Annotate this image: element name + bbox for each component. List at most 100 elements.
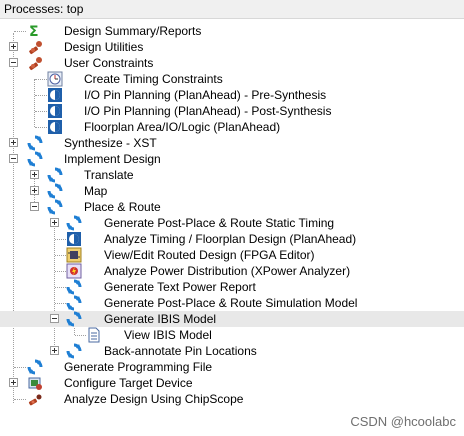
tree-item-label: Design Utilities xyxy=(64,40,144,54)
xpower-icon xyxy=(66,263,82,279)
tree-item-label: Implement Design xyxy=(64,152,161,166)
process-run-icon xyxy=(27,151,43,167)
chipscope-icon xyxy=(27,391,43,407)
tree-item-label: Generate Post-Place & Route Simulation M… xyxy=(104,296,358,310)
process-run-icon xyxy=(47,167,63,183)
tree-item-label: Generate IBIS Model xyxy=(104,312,217,326)
tree-item-analyze-power[interactable]: Analyze Power Distribution (XPower Analy… xyxy=(0,263,464,279)
tree-item-chipscope[interactable]: Analyze Design Using ChipScope xyxy=(0,391,464,407)
process-run-icon xyxy=(47,199,63,215)
tree-item-label: User Constraints xyxy=(64,56,154,70)
tree-line xyxy=(75,335,86,336)
expand-icon[interactable] xyxy=(9,42,18,51)
tree-line xyxy=(35,79,47,80)
expand-icon[interactable] xyxy=(30,186,39,195)
tree-item-label: Generate Programming File xyxy=(64,360,213,374)
tree-item-label: Configure Target Device xyxy=(64,376,193,390)
tree-line xyxy=(14,367,26,368)
expand-icon[interactable] xyxy=(9,378,18,387)
tree-item-io-post-synthesis[interactable]: I/O Pin Planning (PlanAhead) - Post-Synt… xyxy=(0,103,464,119)
tree-line xyxy=(14,399,26,400)
sigma-icon: Σ xyxy=(27,23,43,39)
tree-item-label: I/O Pin Planning (PlanAhead) - Post-Synt… xyxy=(84,104,332,118)
collapse-icon[interactable] xyxy=(30,202,39,211)
tree-item-gen-sim-model[interactable]: Generate Post-Place & Route Simulation M… xyxy=(0,295,464,311)
tree-item-place-route[interactable]: Place & Route xyxy=(0,199,464,215)
planahead-icon xyxy=(47,119,63,135)
watermark: CSDN @hcoolabc xyxy=(350,414,456,429)
tree-line xyxy=(55,271,66,272)
tree-item-synthesize[interactable]: Synthesize - XST xyxy=(0,135,464,151)
tree-item-floorplan[interactable]: Floorplan Area/IO/Logic (PlanAhead) xyxy=(0,119,464,135)
tree-line xyxy=(55,303,66,304)
tree-item-label: Generate Text Power Report xyxy=(104,280,256,294)
tree-item-implement[interactable]: Implement Design xyxy=(0,151,464,167)
tree-line xyxy=(55,255,66,256)
processes-header: Processes: top xyxy=(0,0,464,19)
wrench-icon xyxy=(27,55,43,71)
tree-item-design-summary[interactable]: Σ Design Summary/Reports xyxy=(0,23,464,39)
tree-item-map[interactable]: Map xyxy=(0,183,464,199)
tree-item-label: View/Edit Routed Design (FPGA Editor) xyxy=(104,248,315,262)
tree-item-label: I/O Pin Planning (PlanAhead) - Pre-Synth… xyxy=(84,88,327,102)
process-run-icon xyxy=(27,135,43,151)
collapse-icon[interactable] xyxy=(9,154,18,163)
tree-item-label: Analyze Timing / Floorplan Design (PlanA… xyxy=(104,232,357,246)
expand-icon[interactable] xyxy=(50,218,59,227)
tree-item-label: View IBIS Model xyxy=(124,328,212,342)
processes-title: Processes: top xyxy=(4,2,84,16)
tree-line xyxy=(35,111,47,112)
tree-item-label: Translate xyxy=(84,168,134,182)
tree-item-label: Map xyxy=(84,184,108,198)
process-run-icon xyxy=(66,343,82,359)
tree-item-back-annotate[interactable]: Back-annotate Pin Locations xyxy=(0,343,464,359)
tree-item-configure-device[interactable]: Configure Target Device xyxy=(0,375,464,391)
configure-device-icon xyxy=(27,375,43,391)
tree-item-view-routed[interactable]: View/Edit Routed Design (FPGA Editor) xyxy=(0,247,464,263)
document-icon xyxy=(86,327,102,343)
tree-item-label: Floorplan Area/IO/Logic (PlanAhead) xyxy=(84,120,281,134)
process-run-icon xyxy=(27,359,43,375)
tree-line xyxy=(35,127,47,128)
tree-item-label: Analyze Design Using ChipScope xyxy=(64,392,244,406)
svg-text:Σ: Σ xyxy=(29,24,39,39)
tree-item-user-constraints[interactable]: User Constraints xyxy=(0,55,464,71)
planahead-icon xyxy=(47,87,63,103)
collapse-icon[interactable] xyxy=(50,314,59,323)
wrench-icon xyxy=(27,39,43,55)
tree-item-label: Analyze Power Distribution (XPower Analy… xyxy=(104,264,351,278)
expand-icon[interactable] xyxy=(9,138,18,147)
tree-item-gen-text-power[interactable]: Generate Text Power Report xyxy=(0,279,464,295)
tree-item-design-utilities[interactable]: Design Utilities xyxy=(0,39,464,55)
tree-line xyxy=(55,287,66,288)
tree-line xyxy=(35,95,47,96)
tree-item-label: Generate Post-Place & Route Static Timin… xyxy=(104,216,335,230)
planahead-icon xyxy=(66,231,82,247)
tree-item-label: Create Timing Constraints xyxy=(84,72,223,86)
tree-line xyxy=(14,31,26,32)
tree-item-gen-programming[interactable]: Generate Programming File xyxy=(0,359,464,375)
tree-item-label: Place & Route xyxy=(84,200,161,214)
process-run-icon xyxy=(66,295,82,311)
tree-item-io-pre-synthesis[interactable]: I/O Pin Planning (PlanAhead) - Pre-Synth… xyxy=(0,87,464,103)
process-run-icon xyxy=(47,183,63,199)
expand-icon[interactable] xyxy=(30,170,39,179)
clock-icon xyxy=(47,71,63,87)
process-run-icon xyxy=(66,215,82,231)
tree-item-create-timing[interactable]: Create Timing Constraints xyxy=(0,71,464,87)
expand-icon[interactable] xyxy=(50,346,59,355)
tree-item-view-ibis[interactable]: View IBIS Model xyxy=(0,327,464,343)
tree-item-gen-static-timing[interactable]: Generate Post-Place & Route Static Timin… xyxy=(0,215,464,231)
tree-item-translate[interactable]: Translate xyxy=(0,167,464,183)
tree-line xyxy=(55,239,66,240)
tree-item-label: Design Summary/Reports xyxy=(64,24,202,38)
process-run-icon xyxy=(66,279,82,295)
tree-item-label: Back-annotate Pin Locations xyxy=(104,344,257,358)
collapse-icon[interactable] xyxy=(9,58,18,67)
tree-item-analyze-timing[interactable]: Analyze Timing / Floorplan Design (PlanA… xyxy=(0,231,464,247)
planahead-icon xyxy=(47,103,63,119)
process-run-icon xyxy=(66,311,82,327)
fpga-editor-icon xyxy=(66,247,82,263)
tree-item-gen-ibis[interactable]: Generate IBIS Model xyxy=(0,311,464,327)
tree-item-label: Synthesize - XST xyxy=(64,136,157,150)
